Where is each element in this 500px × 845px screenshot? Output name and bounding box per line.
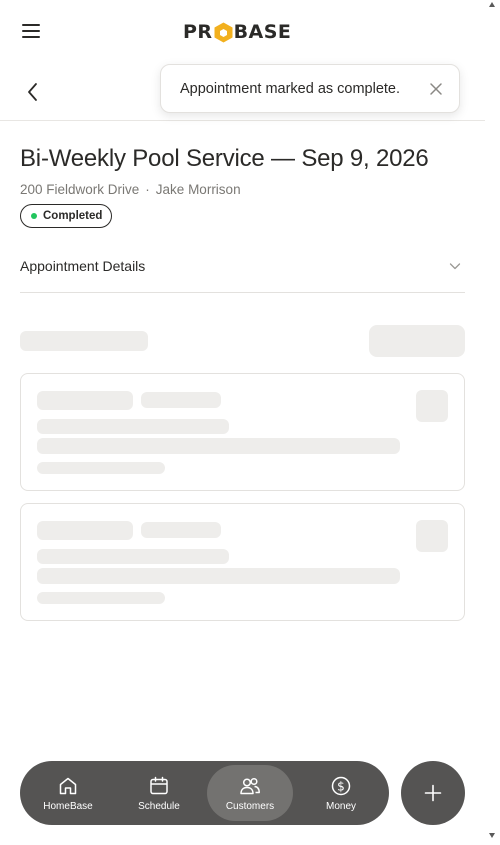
svg-text:$: $ (337, 779, 345, 793)
nav-label: Money (325, 800, 356, 812)
dollar-circle-icon: $ (331, 776, 351, 795)
skeleton-thumb (416, 520, 448, 552)
nav-label: Customers (225, 800, 275, 812)
status-label: Completed (43, 210, 103, 222)
skeleton-line (141, 392, 221, 408)
nav-label: HomeBase (43, 800, 93, 812)
hexagon-o-icon (214, 22, 233, 43)
skeleton-line (141, 522, 221, 538)
nav-item-homebase[interactable]: HomeBase (25, 765, 111, 821)
calendar-icon (150, 776, 168, 794)
skeleton-line (37, 438, 400, 454)
header-divider (0, 120, 485, 121)
skeleton-thumb (416, 390, 448, 422)
probase-logo[interactable]: PR BASE (183, 20, 291, 44)
bottom-navigation: HomeBase Schedule Customers $ Money (20, 761, 389, 825)
accordion-label: Appointment Details (20, 258, 146, 274)
appointment-page: PR BASE Appointment marked as complete. … (0, 0, 485, 845)
status-dot (31, 213, 37, 219)
skeleton-card (20, 503, 465, 621)
appointment-details-accordion[interactable]: Appointment Details (20, 250, 465, 293)
chevron-left-icon (28, 83, 37, 101)
scrollbar[interactable] (485, 0, 500, 845)
plus-icon (424, 784, 442, 802)
add-button[interactable] (401, 761, 465, 825)
status-badge: Completed (20, 204, 113, 228)
toast-notification: Appointment marked as complete. (160, 64, 460, 113)
technician-name: Jake Morrison (155, 182, 241, 197)
skeleton-line (37, 592, 165, 604)
skeleton-line (37, 521, 133, 540)
toast-message: Appointment marked as complete. (180, 80, 401, 97)
users-icon (240, 777, 260, 794)
skeleton-line (37, 419, 229, 434)
scroll-up-arrow-icon[interactable] (489, 2, 495, 7)
skeleton-line (37, 549, 229, 564)
skeleton-card (20, 373, 465, 491)
hamburger-menu-icon[interactable] (22, 24, 42, 40)
appointment-subtitle: 200 Fieldwork Drive · Jake Morrison (20, 182, 241, 197)
page-title: Bi-Weekly Pool Service — Sep 9, 2026 (20, 145, 429, 172)
nav-item-money[interactable]: $ Money (298, 765, 384, 821)
separator-dot: · (145, 182, 150, 197)
skeleton-line (37, 568, 400, 584)
chevron-down-icon (449, 263, 461, 270)
skeleton-line (37, 391, 133, 410)
scroll-down-arrow-icon[interactable] (489, 833, 495, 838)
close-icon[interactable] (429, 82, 443, 96)
address-text: 200 Fieldwork Drive (20, 182, 140, 197)
skeleton-line (37, 462, 165, 474)
home-icon (59, 777, 77, 794)
skeleton-heading (20, 331, 148, 351)
skeleton-button (369, 325, 465, 357)
nav-label: Schedule (138, 800, 180, 812)
nav-item-schedule[interactable]: Schedule (116, 765, 202, 821)
back-button[interactable] (22, 80, 42, 104)
nav-item-customers[interactable]: Customers (207, 765, 293, 821)
